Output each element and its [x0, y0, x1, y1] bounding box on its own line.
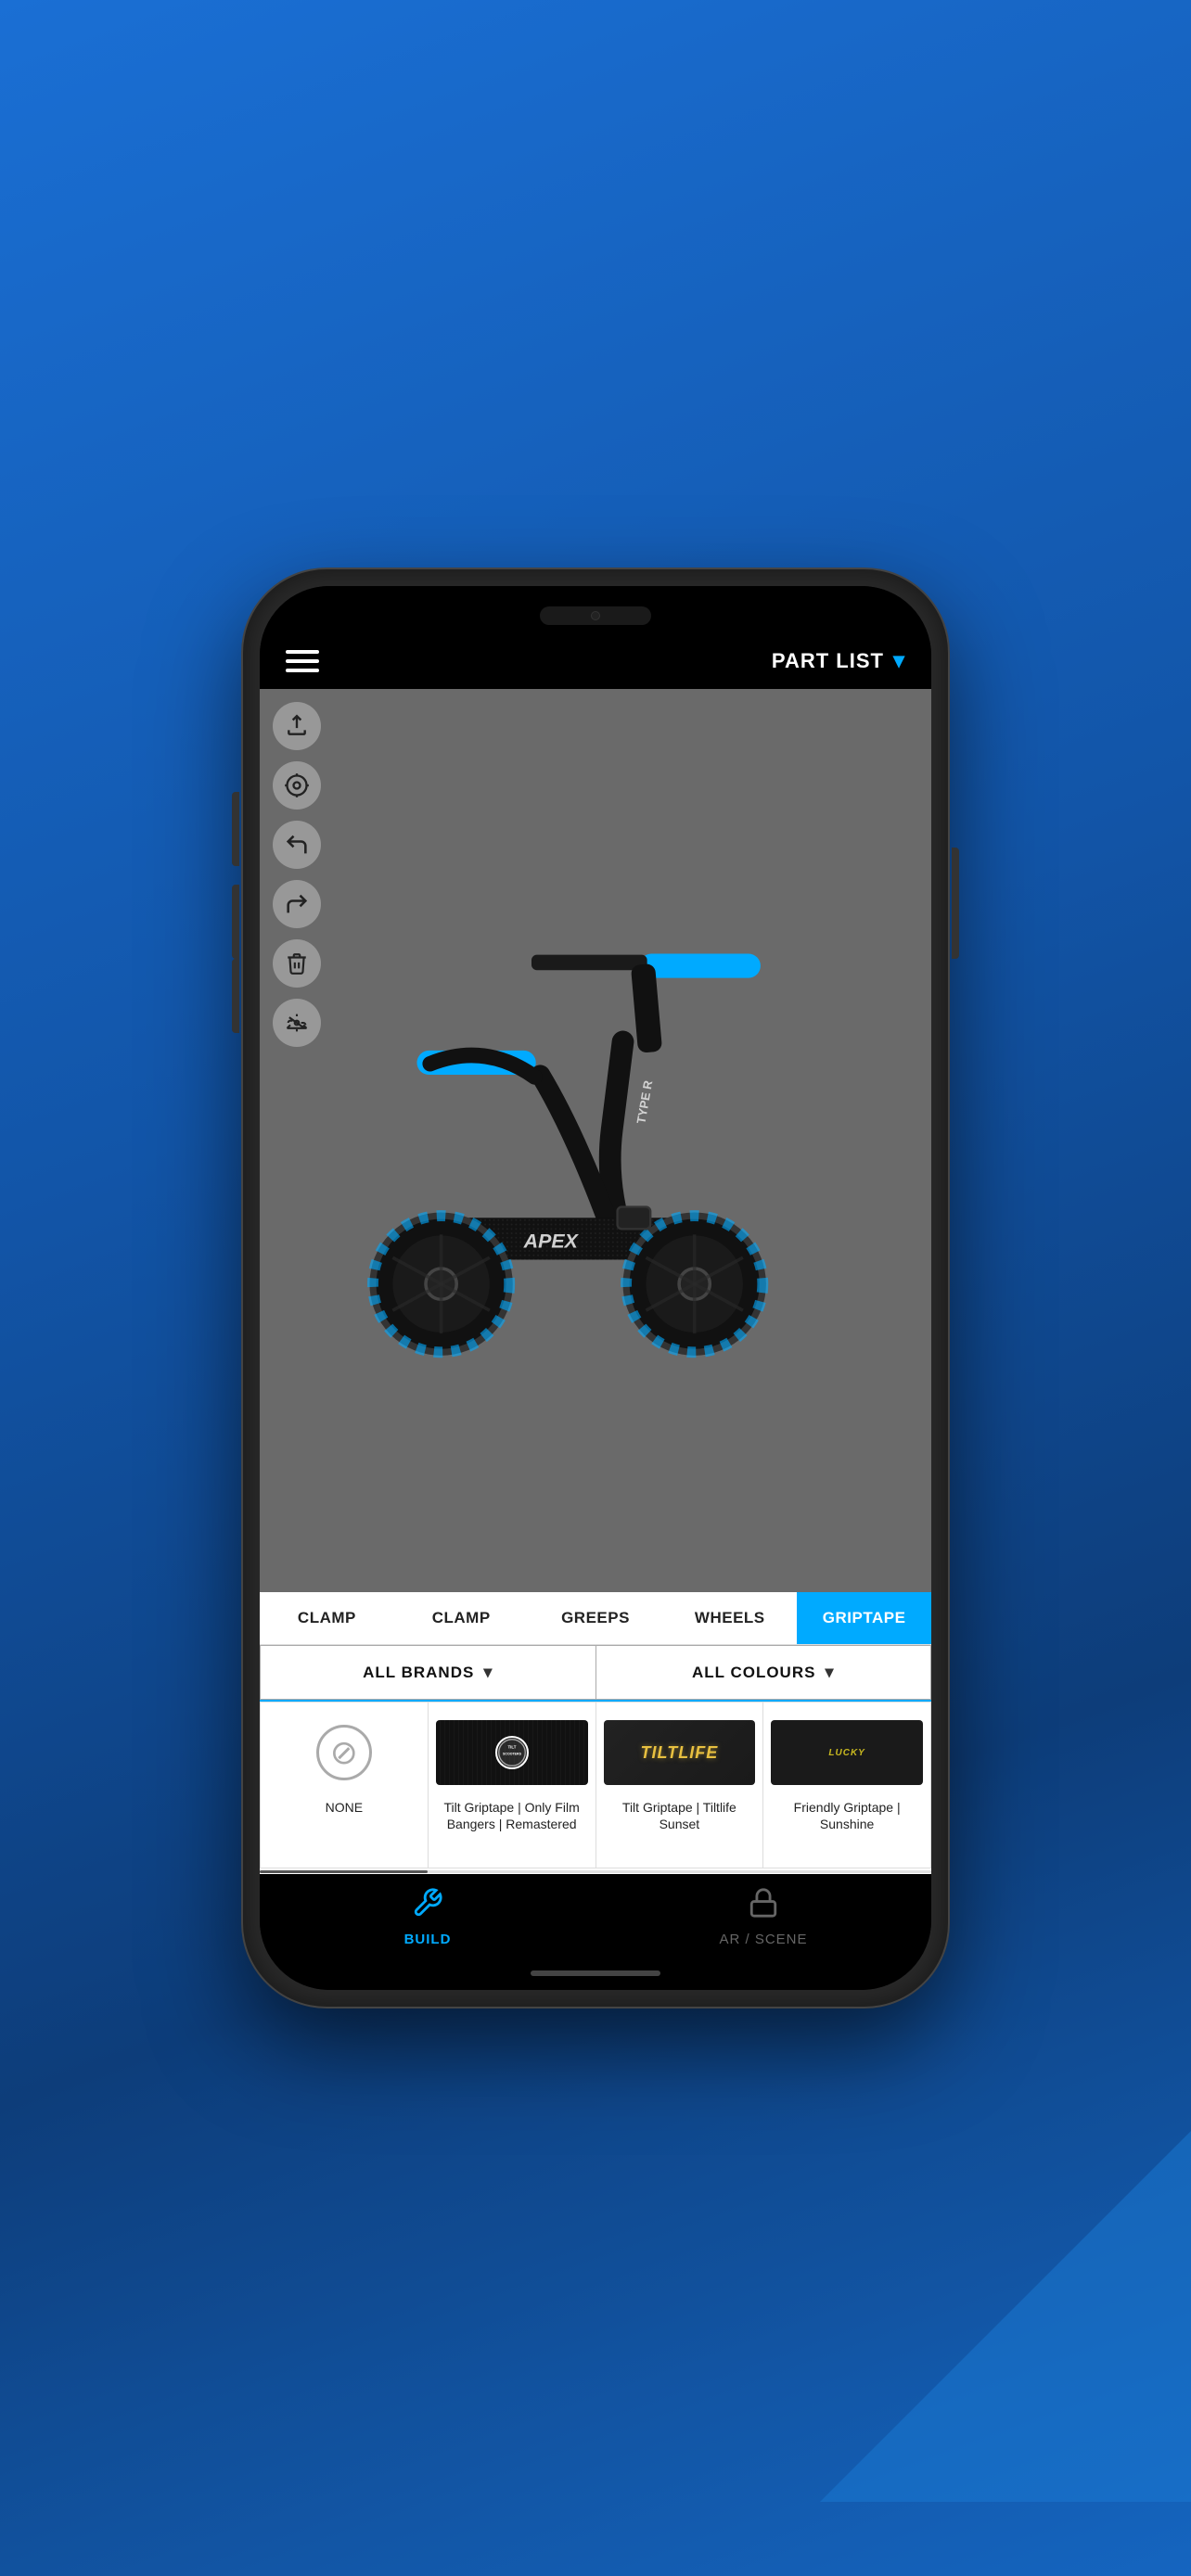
hamburger-line-2	[286, 659, 319, 663]
page-wrapper: PART LIST ▾	[0, 0, 1191, 2576]
tab-wheels[interactable]: WHEELS	[662, 1592, 797, 1644]
tab-clamp2[interactable]: CLAMP	[394, 1592, 529, 1644]
product-tilt-sunset[interactable]: TILTLIFE Tilt Griptape | Tiltlife Sunset	[596, 1702, 763, 1868]
phone-home-area	[260, 1957, 931, 1990]
product-none-image-area: ⊘	[268, 1715, 420, 1790]
product-tilt-sunset-label: Tilt Griptape | Tiltlife Sunset	[604, 1799, 756, 1832]
tab-griptape[interactable]: GRIPTAPE	[797, 1592, 931, 1644]
nav-ar-label: AR / SCENE	[719, 1932, 807, 1947]
svg-text:APEX: APEX	[523, 1230, 580, 1252]
scroll-track	[260, 1870, 931, 1873]
camera-dot	[591, 611, 600, 620]
notch-pill	[540, 606, 651, 625]
brands-chevron-icon: ▾	[483, 1663, 493, 1682]
parts-tabs: CLAMP CLAMP GREEPS WHEELS GRIPTAPE	[260, 1592, 931, 1645]
product-tilt-film[interactable]: TILT SCOOTERS Tilt Griptape | Only Film …	[428, 1702, 596, 1868]
brands-filter-label: ALL BRANDS	[363, 1664, 474, 1682]
part-list-button[interactable]: PART LIST ▾	[772, 647, 905, 674]
tab-greeps[interactable]: GREEPS	[529, 1592, 663, 1644]
svg-text:SCOOTERS: SCOOTERS	[503, 1753, 522, 1756]
build-icon	[412, 1887, 443, 1926]
product-tilt-film-image-area: TILT SCOOTERS	[436, 1715, 588, 1790]
scooter-image: APEX TYPE R	[260, 689, 931, 1592]
tiltlife-brand-text: TILTLIFE	[641, 1743, 719, 1763]
tilt-sunset-image: TILTLIFE	[604, 1720, 756, 1785]
tilt-film-badge: TILT SCOOTERS	[495, 1736, 529, 1769]
part-list-chevron: ▾	[893, 647, 905, 674]
svg-text:TILT: TILT	[507, 1745, 516, 1750]
product-none[interactable]: ⊘ NONE	[260, 1702, 428, 1868]
phone-device: PART LIST ▾	[243, 569, 948, 2007]
left-toolbar	[273, 702, 321, 1047]
ar-scene-icon	[748, 1887, 779, 1926]
product-friendly-image-area: LUCKY	[771, 1715, 923, 1790]
svg-text:TYPE R: TYPE R	[634, 1078, 656, 1125]
home-indicator	[531, 1970, 660, 1976]
bottom-navigation: BUILD AR / SCENE	[260, 1874, 931, 1957]
filter-row: ALL BRANDS ▾ ALL COLOURS ▾	[260, 1645, 931, 1702]
friendly-image: LUCKY	[771, 1720, 923, 1785]
scooter-viewport[interactable]: APEX TYPE R	[260, 689, 931, 1592]
phone-notch	[260, 586, 931, 632]
redo-button[interactable]	[273, 880, 321, 928]
phone-screen: PART LIST ▾	[260, 586, 931, 1990]
nav-build-label: BUILD	[404, 1932, 452, 1947]
nav-ar-scene[interactable]: AR / SCENE	[596, 1887, 931, 1947]
colours-chevron-icon: ▾	[825, 1663, 834, 1682]
hamburger-line-1	[286, 650, 319, 654]
brands-filter-button[interactable]: ALL BRANDS ▾	[260, 1645, 596, 1700]
nav-build[interactable]: BUILD	[260, 1887, 596, 1947]
scale-button[interactable]	[273, 999, 321, 1047]
scroll-thumb	[260, 1870, 428, 1873]
hamburger-line-3	[286, 669, 319, 672]
product-tilt-sunset-image-area: TILTLIFE	[604, 1715, 756, 1790]
colours-filter-label: ALL COLOURS	[692, 1664, 815, 1682]
tab-clamp1[interactable]: CLAMP	[260, 1592, 394, 1644]
part-list-label: PART LIST	[772, 649, 884, 673]
tilt-film-image: TILT SCOOTERS	[436, 1720, 588, 1785]
target-button[interactable]	[273, 761, 321, 810]
friendly-brand-text: LUCKY	[828, 1748, 864, 1758]
product-friendly-label: Friendly Griptape | Sunshine	[771, 1799, 923, 1832]
product-friendly-sunshine[interactable]: LUCKY Friendly Griptape | Sunshine	[762, 1702, 931, 1868]
products-grid: ⊘ NONE TILT SCOOTERS	[260, 1702, 931, 1868]
undo-button[interactable]	[273, 821, 321, 869]
menu-button[interactable]	[286, 650, 319, 672]
product-tilt-film-label: Tilt Griptape | Only Film Bangers | Rema…	[436, 1799, 588, 1832]
delete-button[interactable]	[273, 939, 321, 988]
colours-filter-button[interactable]: ALL COLOURS ▾	[596, 1645, 932, 1700]
product-none-label: NONE	[326, 1799, 363, 1816]
none-icon: ⊘	[316, 1725, 372, 1780]
share-button[interactable]	[273, 702, 321, 750]
app-header: PART LIST ▾	[260, 632, 931, 689]
